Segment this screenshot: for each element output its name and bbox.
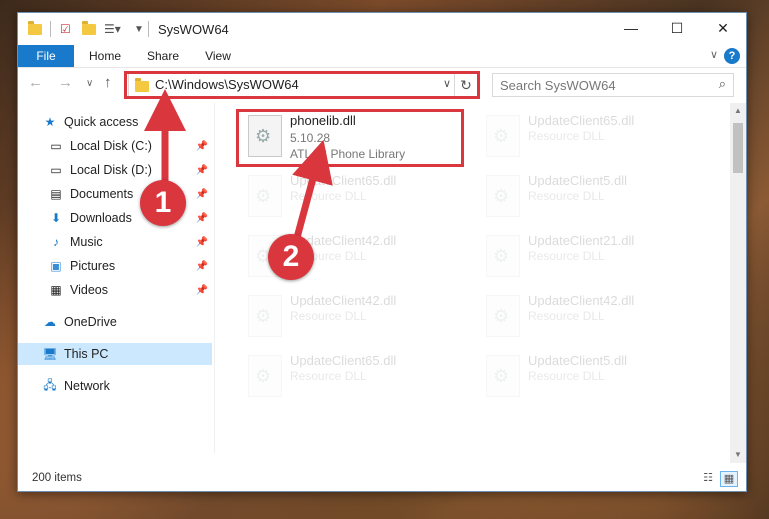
arrow-to-file	[291, 139, 333, 246]
step-1-callout: 1	[140, 180, 186, 226]
step-2-callout: 2	[268, 234, 314, 280]
annotation-arrows	[144, 89, 333, 246]
